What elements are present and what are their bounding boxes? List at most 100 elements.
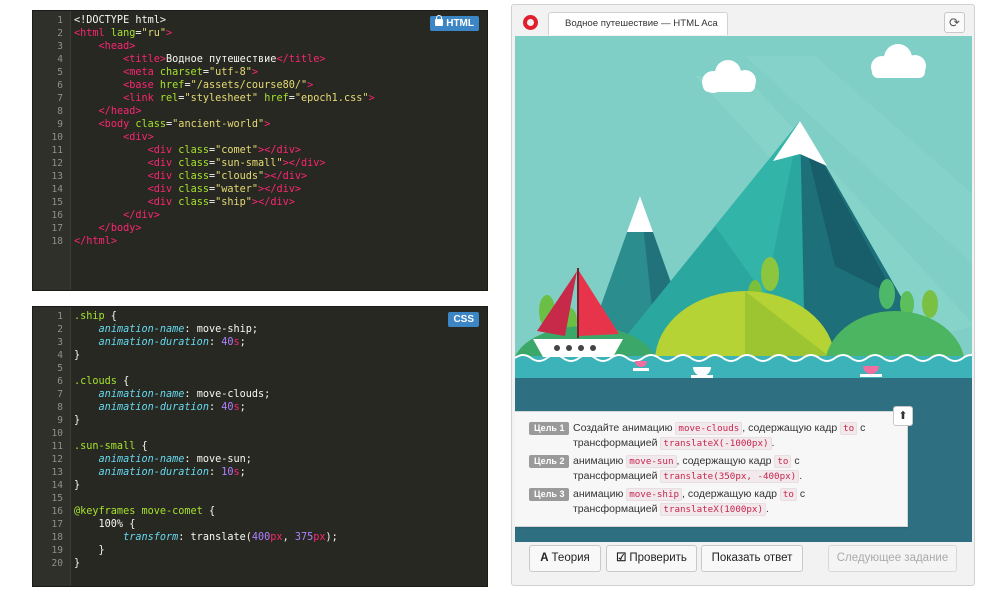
code-snippet: translateX(-1000px)	[660, 437, 772, 450]
css-code-line: 1 .ship {	[33, 310, 487, 323]
task-text-fragment: , содержащую кадр	[742, 422, 841, 434]
next-task-button: Следующее задание	[828, 545, 957, 572]
show-answer-button[interactable]: Показать ответ	[701, 545, 803, 572]
line-number: 1	[57, 311, 63, 322]
line-number: 6	[57, 80, 63, 91]
css-code-line: 10	[33, 427, 487, 440]
letter-a-icon: A	[540, 552, 549, 564]
preview-viewport: ⬆ Цель 1 Создайте анимацию move-clouds, с…	[515, 36, 972, 542]
css-code-text: @keyframes move-comet {	[74, 506, 216, 517]
html-code-text: <meta charset="utf-8">	[123, 67, 259, 78]
line-number: 16	[51, 210, 63, 221]
html-code-line: 17 </body>	[33, 222, 487, 235]
css-code-lines: 1 .ship {2 animation-name: move-ship; 3 an…	[33, 310, 487, 570]
task-text-fragment: анимацию	[573, 455, 627, 467]
html-code-text: <div class="comet"></div>	[147, 145, 301, 156]
css-code-line: 18 transform: translate(400px, 375px);	[33, 531, 487, 544]
line-number: 16	[51, 506, 63, 517]
task-panel: ⬆ Цель 1 Создайте анимацию move-clouds, с…	[515, 406, 913, 527]
line-number: 19	[51, 545, 63, 556]
water-surface	[515, 356, 972, 378]
code-snippet: to	[840, 422, 858, 435]
html-code-text: </body>	[98, 223, 142, 234]
css-code-text: .sun-small {	[74, 441, 148, 452]
line-number: 5	[57, 363, 63, 374]
css-code-text: animation-duration: 10s;	[98, 467, 246, 478]
css-code-text: .clouds {	[74, 376, 130, 387]
check-button[interactable]: ☑ Проверить	[606, 545, 697, 572]
line-number: 10	[51, 132, 63, 143]
css-code-line: 17 100% {	[33, 518, 487, 531]
css-code-line: 7 animation-name: move-clouds;	[33, 388, 487, 401]
html-code-line: 13 <div class="clouds"></div>	[33, 170, 487, 183]
css-code-line: 11 .sun-small {	[33, 440, 487, 453]
css-code-text: }	[74, 480, 81, 491]
css-code-line: 3 animation-duration: 40s;	[33, 336, 487, 349]
collapse-tasks-button[interactable]: ⬆	[893, 406, 913, 426]
css-code-text: animation-duration: 40s;	[98, 337, 246, 348]
line-number: 9	[57, 415, 63, 426]
html-code-text: <!DOCTYPE html>	[74, 15, 167, 26]
code-snippet: move-clouds	[675, 422, 743, 435]
css-code-text: .ship {	[74, 311, 117, 322]
task-text-fragment: Создайте анимацию	[573, 422, 676, 434]
css-code-text: animation-duration: 40s;	[98, 402, 246, 413]
css-code-text: }	[74, 415, 81, 426]
html-code-line: 2 <html lang="ru">	[33, 27, 487, 40]
css-code-line: 8 animation-duration: 40s;	[33, 401, 487, 414]
line-number: 1	[57, 15, 63, 26]
task-label: Цель 1	[529, 422, 570, 435]
line-number: 4	[57, 350, 63, 361]
css-code-text: }	[74, 558, 81, 569]
html-code-line: 11 <div class="comet"></div>	[33, 144, 487, 157]
css-code-line: 19 }	[33, 544, 487, 557]
line-number: 3	[57, 337, 63, 348]
html-code-text: <head>	[98, 41, 136, 52]
css-code-line: 6 .clouds {	[33, 375, 487, 388]
html-code-line: 9 <body class="ancient-world">	[33, 118, 487, 131]
line-number: 7	[57, 93, 63, 104]
html-code-editor[interactable]: 1 <!DOCTYPE html> 2 <html lang="ru"> 3 <head…	[32, 10, 488, 291]
html-code-line: 14 <div class="water"></div>	[33, 183, 487, 196]
css-code-line: 20}	[33, 557, 487, 570]
html-code-line: 5 <meta charset="utf-8">	[33, 66, 487, 79]
line-number: 13	[51, 467, 63, 478]
line-number: 4	[57, 54, 63, 65]
line-number: 9	[57, 119, 63, 130]
line-number: 3	[57, 41, 63, 52]
next-task-label: Следующее задание	[836, 552, 949, 564]
line-number: 2	[57, 28, 63, 39]
task-text-fragment: , содержащую кадр	[682, 488, 780, 500]
html-code-text: <html lang="ru">	[74, 28, 173, 39]
reload-icon[interactable]: ⟳	[944, 12, 965, 33]
css-badge: CSS	[448, 312, 479, 327]
html-code-line: 8 </head>	[33, 105, 487, 118]
browser-tab[interactable]: Водное путешествие — HTML Aca	[548, 12, 728, 35]
task-label: Цель 3	[529, 488, 570, 501]
css-code-line: 4}	[33, 349, 487, 362]
css-code-line: 12 animation-name: move-sun;	[33, 453, 487, 466]
theory-button[interactable]: A Теория	[529, 545, 601, 572]
html-code-line: 1 <!DOCTYPE html>	[33, 14, 487, 27]
css-code-line: 5	[33, 362, 487, 375]
css-code-line: 9}	[33, 414, 487, 427]
code-snippet: translate(350px, -400px)	[660, 470, 800, 483]
html-badge: HTML	[430, 15, 479, 31]
line-number: 20	[51, 558, 63, 569]
html-code-text: <div class="ship"></div>	[147, 197, 295, 208]
css-code-text: 100% {	[74, 519, 136, 530]
html-code-line: 10 <div>	[33, 131, 487, 144]
line-number: 7	[57, 389, 63, 400]
html-code-line: 3 <head>	[33, 40, 487, 53]
html-code-line: 12 <div class="sun-small"></div>	[33, 157, 487, 170]
css-code-text: animation-name: move-ship;	[98, 324, 259, 335]
line-number: 8	[57, 402, 63, 413]
line-number: 17	[51, 223, 63, 234]
html-code-text: <link rel="stylesheet" href="epoch1.css"…	[123, 93, 375, 104]
line-number: 12	[51, 454, 63, 465]
task-text: Создайте анимацию move-clouds, содержащу…	[573, 421, 883, 451]
css-code-text: }	[74, 350, 81, 361]
line-number: 8	[57, 106, 63, 117]
css-code-editor[interactable]: 1 .ship {2 animation-name: move-ship; 3 an…	[32, 306, 488, 587]
html-code-text: <base href="/assets/course80/">	[123, 80, 314, 91]
